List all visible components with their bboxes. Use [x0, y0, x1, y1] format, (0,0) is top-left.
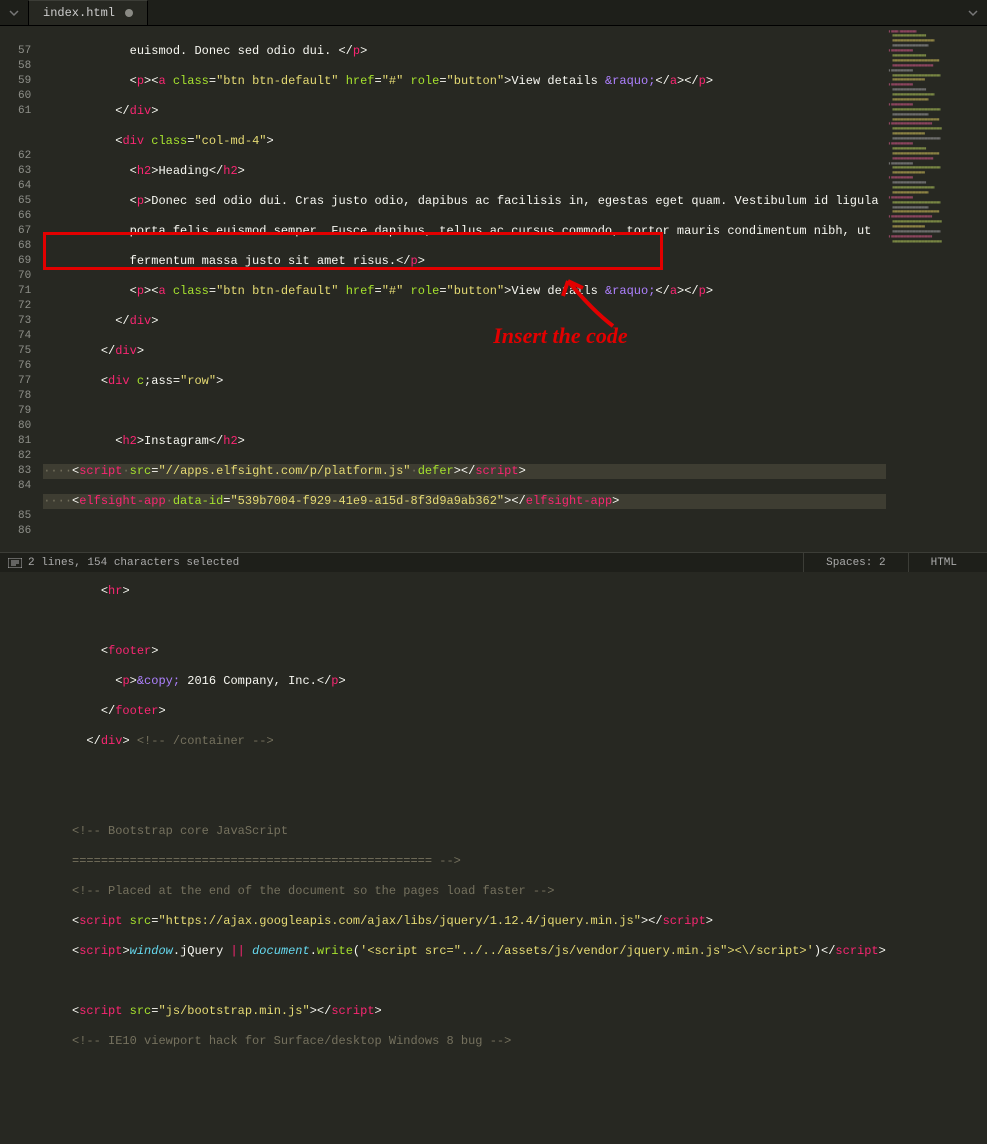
- line-number-gutter[interactable]: 5758596061626364656667686970717273747576…: [0, 26, 43, 552]
- code-editor[interactable]: euismod. Donec sed odio dui. </p> <p><a …: [43, 26, 886, 552]
- status-selection: 2 lines, 154 characters selected: [28, 557, 239, 569]
- tab-bar: index.html: [0, 0, 987, 26]
- tab-filename: index.html: [43, 6, 115, 20]
- selection-icon: [8, 558, 22, 568]
- tab-dirty-icon: [125, 9, 133, 17]
- chevron-down-icon: [968, 8, 978, 18]
- chevron-down-icon: [9, 8, 19, 18]
- status-syntax[interactable]: HTML: [908, 553, 979, 572]
- status-indent[interactable]: Spaces: 2: [803, 553, 907, 572]
- minimap[interactable]: █ ██████ ██████████████ ████████████████…: [886, 26, 987, 552]
- workspace: 5758596061626364656667686970717273747576…: [0, 26, 987, 552]
- annotation-text: Insert the code: [493, 328, 627, 343]
- status-bar: 2 lines, 154 characters selected Spaces:…: [0, 552, 987, 572]
- minimap-canvas: █ ██████ ██████████████ ████████████████…: [889, 28, 984, 248]
- tab-index-html[interactable]: index.html: [28, 0, 148, 25]
- tab-dropdown-left[interactable]: [0, 0, 28, 25]
- tab-dropdown-right[interactable]: [959, 0, 987, 25]
